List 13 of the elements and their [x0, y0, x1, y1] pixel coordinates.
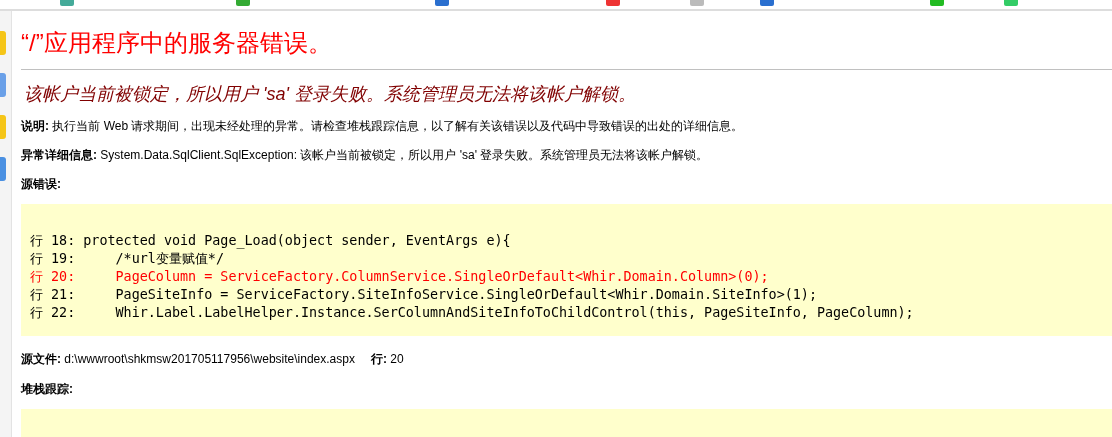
code-line: 行 18: protected void Page_Load(object sender, EventArgs e){ — [30, 232, 512, 250]
description-text: 说明: 执行当前 Web 请求期间，出现未经处理的异常。请检查堆栈跟踪信息，以了解有关该错误以及代码中导致错误的出处的详细信息。 — [21, 119, 745, 133]
error-message: 该帐户当前被锁定，所以用户 'sa' 登录失败。系统管理员无法将该帐户解锁。 — [24, 83, 637, 105]
line-number-text: 行: 20 — [370, 352, 404, 366]
code-line: 行 21: PageSiteInfo = ServiceFactory.SiteInfoService.SingleOrDefault<Whir.Domain.SiteInfo>(1); — [30, 286, 818, 304]
section-label: 源错误: — [21, 177, 62, 191]
section-label: 堆栈跟踪: — [21, 382, 74, 396]
code-line: 行 19: /*url变量赋值*/ — [30, 250, 225, 268]
code-line: 行 20: PageColumn = ServiceFactory.ColumnService.SingleOrDefault<Whir.Domain.Column>(0); — [30, 268, 770, 286]
page-title: “/”应用程序中的服务器错误。 — [21, 29, 333, 57]
source-file-text: 源文件: d:\wwwroot\shkmsw201705117956\website\index.aspx — [21, 352, 355, 366]
code-line: 行 22: Whir.Label.LabelHelper.Instance.SerColumnAndSiteInfoToChildControl(this, PageSiteInfo, PageColumn); — [30, 304, 915, 322]
exception-details: 异常详细信息: System.Data.SqlClient.SqlException: 该帐户当前被锁定，所以用户 'sa' 登录失败。系统管理员无法将该帐户解锁。 — [21, 148, 710, 162]
